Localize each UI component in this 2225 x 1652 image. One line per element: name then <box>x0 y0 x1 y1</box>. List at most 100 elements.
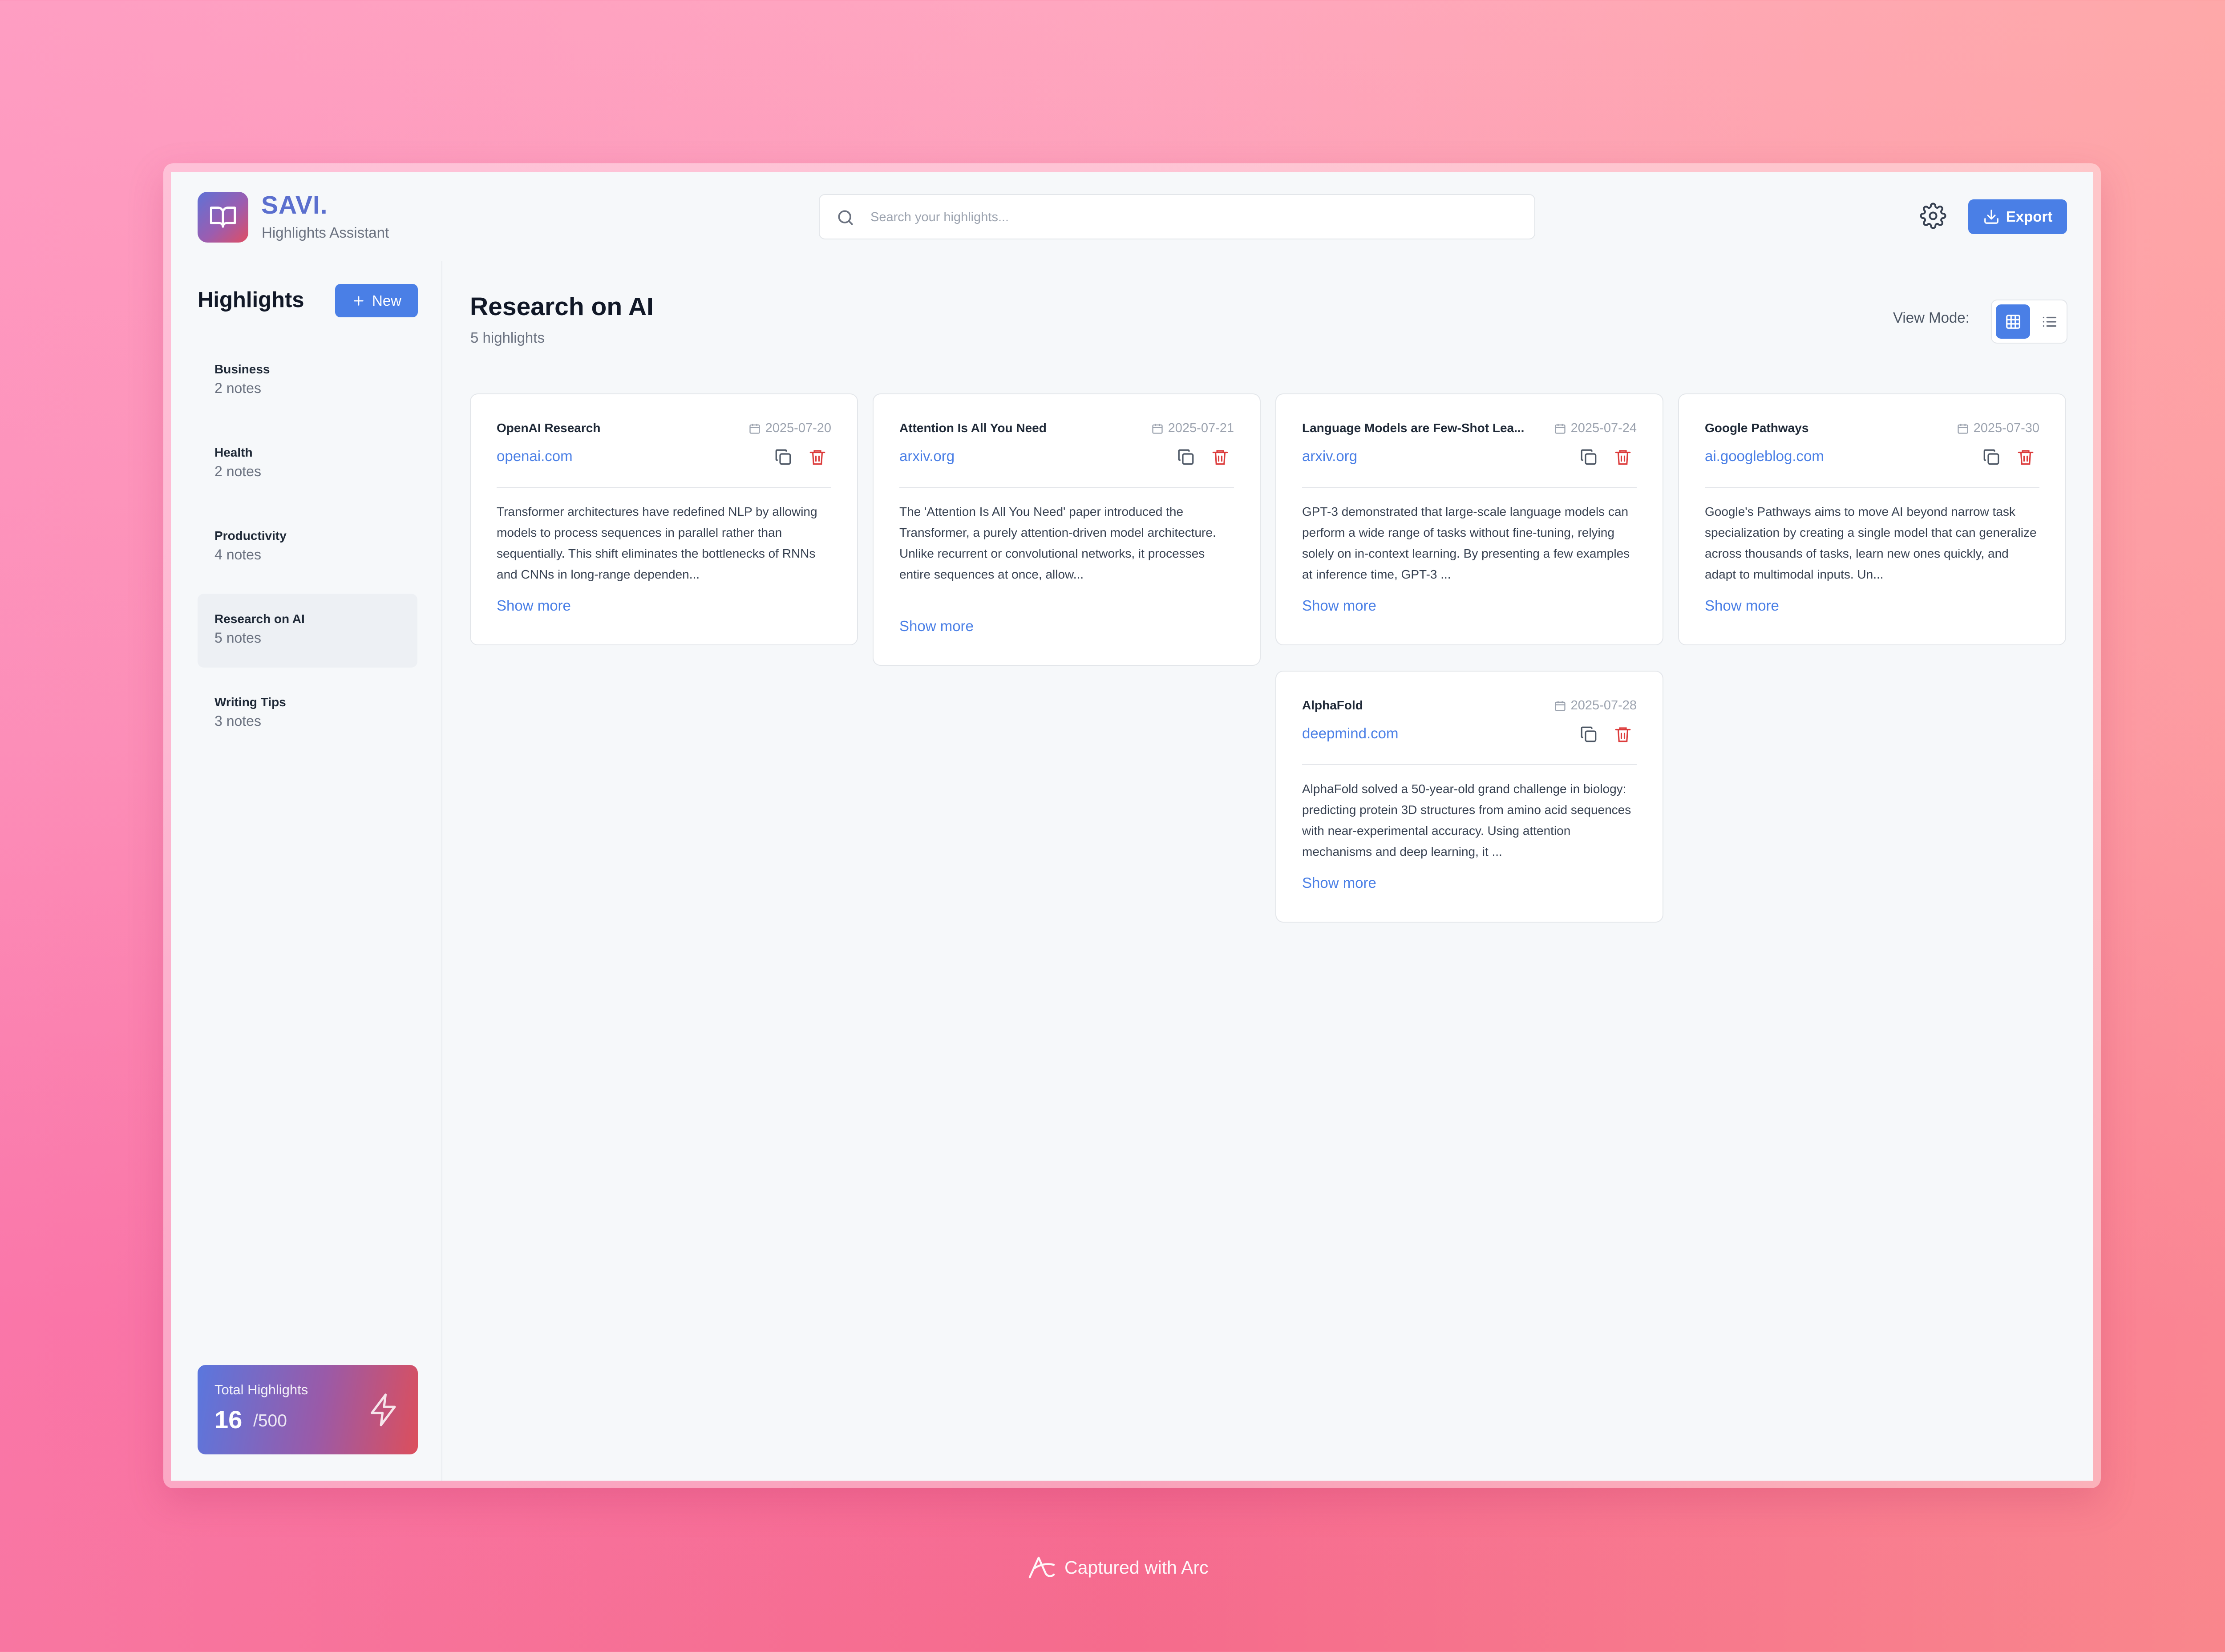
trash-icon[interactable] <box>1211 448 1230 466</box>
card-source-link[interactable]: ai.googleblog.com <box>1705 448 1824 465</box>
list-view-button[interactable] <box>2032 304 2066 339</box>
category-count: 2 notes <box>214 463 261 479</box>
card-source-link[interactable]: openai.com <box>497 448 573 465</box>
total-highlights-max: /500 <box>253 1411 287 1430</box>
download-icon <box>1984 210 1998 224</box>
trash-icon[interactable] <box>1614 725 1632 744</box>
card-date-text: 2025-07-21 <box>1168 421 1234 435</box>
plus-icon <box>354 296 364 306</box>
category-count: 4 notes <box>214 547 261 563</box>
sidebar-item-productivity[interactable]: Productivity 4 notes <box>198 510 417 584</box>
card-divider <box>1302 764 1637 765</box>
arc-capture-badge: Captured with Arc <box>1026 1554 1209 1581</box>
search-icon <box>838 210 853 225</box>
header: SAVI. Highlights Assistant Export <box>171 172 2093 261</box>
arc-logo-icon <box>1028 1556 1055 1579</box>
card-source-link[interactable]: arxiv.org <box>899 448 955 465</box>
show-more-link[interactable]: Show more <box>1302 875 1376 891</box>
copy-icon[interactable] <box>774 448 793 466</box>
book-open-icon <box>210 206 236 228</box>
card-date-text: 2025-07-30 <box>1973 421 2039 435</box>
card-excerpt: Transformer architectures have redefined… <box>497 505 817 581</box>
trash-icon[interactable] <box>808 448 827 466</box>
copy-icon[interactable] <box>1579 725 1598 744</box>
grid-icon <box>2006 314 2020 329</box>
highlight-card: Google Pathways 2025-07-30 ai.googleblog… <box>1678 393 2066 645</box>
list-icon <box>2043 316 2056 327</box>
trash-icon[interactable] <box>1614 448 1632 466</box>
app-window: SAVI. Highlights Assistant Export Highli… <box>171 172 2093 1481</box>
highlight-card: OpenAI Research 2025-07-20 openai.com Tr… <box>470 393 858 645</box>
card-title: OpenAI Research <box>497 421 601 435</box>
new-label: New <box>372 292 402 309</box>
card-divider <box>1705 487 2039 488</box>
sidebar-item-research-on-ai[interactable]: Research on AI 5 notes <box>198 594 417 668</box>
view-mode-label: View Mode: <box>1893 309 1970 326</box>
copy-icon[interactable] <box>1982 448 2001 466</box>
sidebar-title: Highlights <box>198 288 304 312</box>
card-date: 2025-07-30 <box>1957 421 2039 436</box>
sidebar-item-health[interactable]: Health 2 notes <box>198 427 417 501</box>
calendar-icon <box>749 424 760 434</box>
view-mode-toggle <box>1991 300 2067 344</box>
search-bar[interactable] <box>819 194 1535 239</box>
card-excerpt: Google's Pathways aims to move AI beyond… <box>1705 505 2037 581</box>
card-title: Attention Is All You Need <box>899 421 1047 435</box>
total-highlights-label: Total Highlights <box>214 1382 308 1397</box>
card-date-text: 2025-07-24 <box>1570 421 1637 435</box>
card-date: 2025-07-20 <box>748 421 831 436</box>
card-title: Language Models are Few-Shot Lea... <box>1302 421 1525 435</box>
settings-gear-icon[interactable] <box>1920 202 1946 229</box>
card-divider <box>497 487 831 488</box>
copy-icon[interactable] <box>1177 448 1195 466</box>
card-excerpt: The 'Attention Is All You Need' paper in… <box>899 505 1216 581</box>
page-title: Research on AI <box>470 292 654 321</box>
card-excerpt: GPT-3 demonstrated that large-scale lang… <box>1302 505 1630 581</box>
category-count: 3 notes <box>214 713 261 729</box>
card-divider <box>1302 487 1637 488</box>
card-source-link[interactable]: deepmind.com <box>1302 725 1398 742</box>
highlight-card: AlphaFold 2025-07-28 deepmind.com AlphaF… <box>1275 671 1663 923</box>
copy-icon[interactable] <box>1579 448 1598 466</box>
highlight-count: 5 highlights <box>470 329 545 346</box>
card-divider <box>899 487 1234 488</box>
brand-name: SAVI. <box>261 191 328 219</box>
highlight-card: Attention Is All You Need 2025-07-21 arx… <box>873 393 1261 666</box>
sidebar-item-business[interactable]: Business 2 notes <box>198 344 417 418</box>
card-date-text: 2025-07-28 <box>1570 698 1637 713</box>
category-name: Research on AI <box>214 612 305 626</box>
category-name: Health <box>214 445 253 459</box>
total-highlights-card: Total Highlights 16 /500 <box>198 1365 418 1454</box>
lightning-icon <box>371 1393 396 1426</box>
card-date: 2025-07-24 <box>1554 421 1637 436</box>
show-more-link[interactable]: Show more <box>1705 597 1779 614</box>
arc-capture-label: Captured with Arc <box>1064 1557 1209 1578</box>
total-highlights-value: 16 <box>214 1405 243 1433</box>
brand-subtitle: Highlights Assistant <box>262 224 389 241</box>
calendar-icon <box>1957 424 1968 434</box>
card-date-text: 2025-07-20 <box>765 421 831 435</box>
category-list: Business 2 notes Health 2 notes Producti… <box>198 344 417 760</box>
new-highlight-button[interactable]: New <box>335 284 418 317</box>
app-logo <box>198 192 248 243</box>
trash-icon[interactable] <box>2016 448 2035 466</box>
sidebar-item-writing-tips[interactable]: Writing Tips 3 notes <box>198 677 417 751</box>
card-excerpt: AlphaFold solved a 50-year-old grand cha… <box>1302 782 1631 858</box>
category-name: Productivity <box>214 529 287 543</box>
calendar-icon <box>1554 424 1566 434</box>
show-more-link[interactable]: Show more <box>899 618 974 635</box>
category-count: 2 notes <box>214 380 261 396</box>
card-source-link[interactable]: arxiv.org <box>1302 448 1357 465</box>
grid-view-button[interactable] <box>1996 304 2030 339</box>
category-name: Writing Tips <box>214 695 286 709</box>
show-more-link[interactable]: Show more <box>1302 597 1376 614</box>
highlight-card: Language Models are Few-Shot Lea... 2025… <box>1275 393 1663 645</box>
show-more-link[interactable]: Show more <box>497 597 571 614</box>
calendar-icon <box>1152 424 1163 434</box>
calendar-icon <box>1554 701 1566 711</box>
export-button[interactable]: Export <box>1968 199 2067 234</box>
export-label: Export <box>2006 208 2053 225</box>
category-name: Business <box>214 362 270 376</box>
search-input[interactable] <box>870 195 1521 239</box>
category-count: 5 notes <box>214 630 261 646</box>
